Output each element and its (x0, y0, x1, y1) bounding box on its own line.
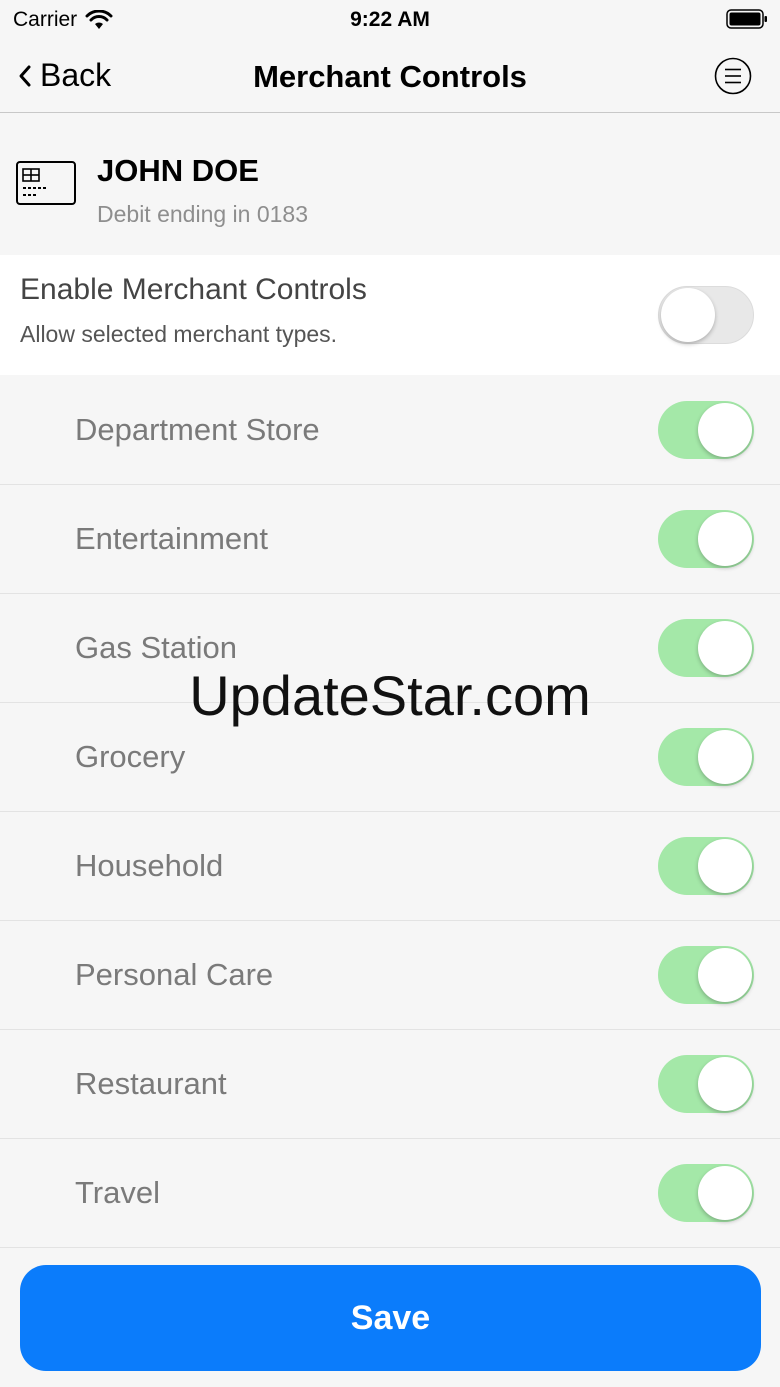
merchant-list: Department Store Entertainment Gas Stati… (0, 376, 780, 1248)
merchant-label: Restaurant (75, 1066, 227, 1101)
card-icon (16, 161, 76, 205)
toggle-knob (698, 403, 752, 457)
toggle-knob (698, 1166, 752, 1220)
merchant-row-household: Household (0, 812, 780, 921)
merchant-row-department-store: Department Store (0, 376, 780, 485)
merchant-toggle-household[interactable] (658, 837, 754, 895)
merchant-toggle-restaurant[interactable] (658, 1055, 754, 1113)
page-title: Merchant Controls (253, 59, 527, 94)
merchant-toggle-entertainment[interactable] (658, 510, 754, 568)
merchant-label: Entertainment (75, 521, 268, 556)
status-time: 9:22 AM (350, 8, 430, 31)
battery-icon (726, 9, 767, 29)
enable-controls-subtitle: Allow selected merchant types. (20, 321, 338, 347)
toggle-knob (698, 730, 752, 784)
toggle-knob (661, 288, 715, 342)
merchant-label: Personal Care (75, 957, 274, 992)
toggle-knob (698, 1057, 752, 1111)
account-header: JOHN DOE Debit ending in 0183 (0, 113, 780, 254)
status-bar: Carrier 9:22 AM (0, 0, 780, 40)
enable-controls-title: Enable Merchant Controls (20, 273, 367, 306)
merchant-row-entertainment: Entertainment (0, 485, 780, 594)
watermark: UpdateStar.com (189, 664, 591, 727)
merchant-label: Travel (75, 1175, 160, 1210)
merchant-toggle-department-store[interactable] (658, 401, 754, 459)
merchant-label: Household (75, 848, 224, 883)
merchant-row-restaurant: Restaurant (0, 1030, 780, 1139)
menu-circle-icon[interactable] (714, 57, 752, 95)
merchant-label: Department Store (75, 412, 320, 447)
merchant-label: Grocery (75, 739, 186, 774)
account-subtitle: Debit ending in 0183 (97, 201, 308, 227)
save-button[interactable]: Save (20, 1265, 761, 1371)
enable-controls-row: Enable Merchant Controls Allow selected … (0, 255, 780, 375)
toggle-knob (698, 839, 752, 893)
toggle-knob (698, 512, 752, 566)
toggle-knob (698, 948, 752, 1002)
merchant-row-travel: Travel (0, 1139, 780, 1248)
merchant-toggle-grocery[interactable] (658, 728, 754, 786)
merchant-toggle-personal-care[interactable] (658, 946, 754, 1004)
nav-bar: Back Merchant Controls (0, 40, 780, 113)
merchant-label: Gas Station (75, 630, 237, 665)
merchant-toggle-travel[interactable] (658, 1164, 754, 1222)
account-name: JOHN DOE (97, 153, 259, 188)
merchant-row-personal-care: Personal Care (0, 921, 780, 1030)
enable-controls-toggle[interactable] (658, 286, 754, 344)
